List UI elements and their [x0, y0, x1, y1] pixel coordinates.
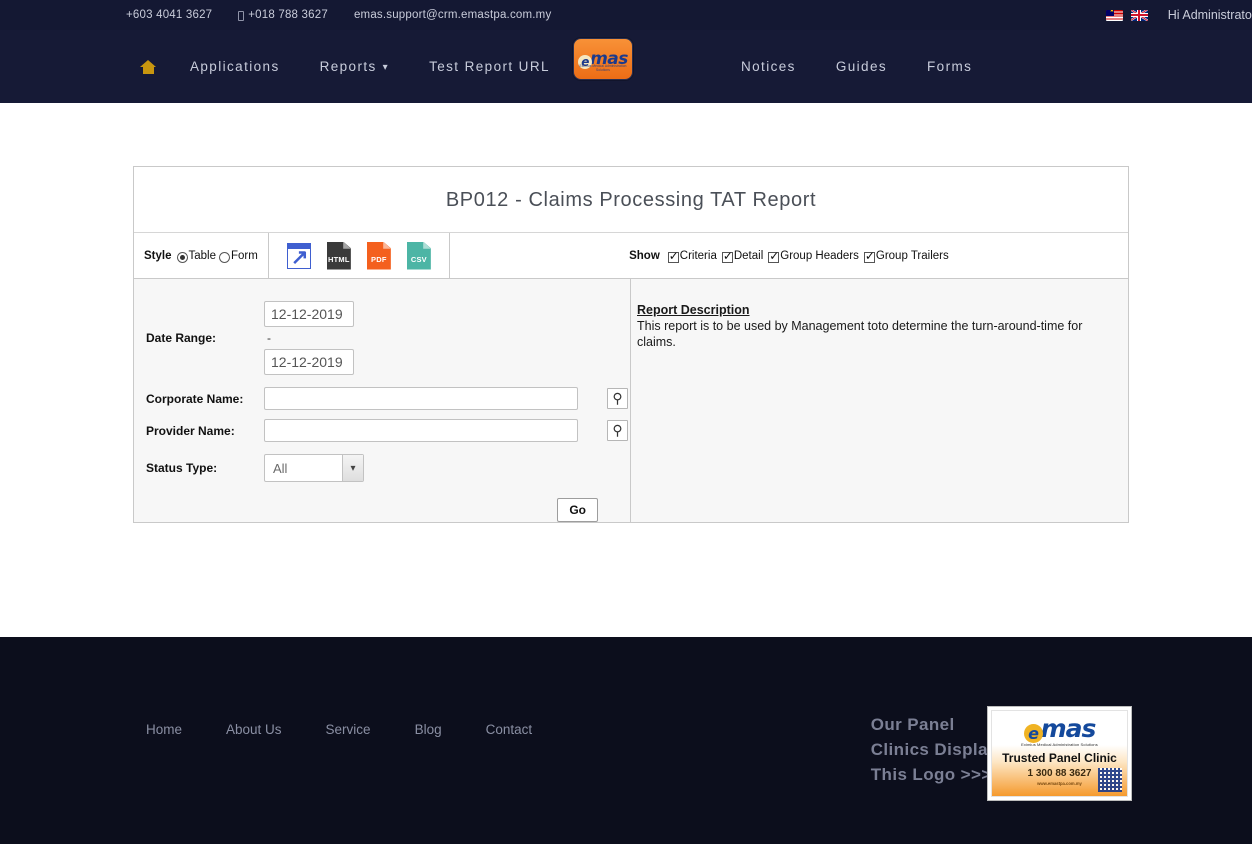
- show-checkbox-detail[interactable]: [721, 249, 733, 263]
- provider-name-search-icon[interactable]: ⚲: [607, 420, 629, 441]
- open-in-new-window-icon[interactable]: ↗: [286, 242, 311, 269]
- nav-item-forms-label: Forms: [927, 59, 973, 74]
- pdf-export-label: PDF: [371, 254, 387, 264]
- style-option-form-label: Form: [231, 249, 258, 262]
- show-options: Show Criteria Detail Group Headers Group…: [450, 233, 1128, 278]
- user-greeting[interactable]: Hi Administrator: [1168, 8, 1252, 22]
- home-icon: [140, 59, 156, 74]
- status-type-select[interactable]: All ▾: [264, 454, 364, 482]
- nav-item-guides[interactable]: Guides: [816, 30, 907, 103]
- badge-logo-word: mas: [1040, 714, 1097, 743]
- contact-info: +603 4041 3627 +018 788 3627 emas.suppor…: [126, 9, 577, 21]
- mobile-phone-text: +018 788 3627: [248, 9, 328, 21]
- date-range-label: Date Range:: [146, 331, 217, 345]
- nav-item-guides-label: Guides: [835, 59, 888, 74]
- top-contact-bar: +603 4041 3627 +018 788 3627 emas.suppor…: [0, 0, 1252, 30]
- footer-link-blog[interactable]: Blog: [415, 722, 464, 737]
- support-email[interactable]: emas.support@crm.emastpa.com.my: [354, 9, 551, 21]
- style-label: Style: [144, 249, 172, 262]
- style-option-table-label: Table: [188, 249, 217, 262]
- mobile-phone-icon: [238, 11, 245, 21]
- main-navigation: Applications Reports ▾ Test Report URL e…: [0, 30, 1252, 107]
- show-option-group-headers-label: Group Headers: [780, 249, 859, 262]
- footer-link-home[interactable]: Home: [146, 722, 204, 737]
- nav-item-applications-label: Applications: [190, 59, 280, 74]
- style-selector: Style Table Form: [134, 233, 269, 278]
- footer-links: Home About Us Service Blog Contact: [146, 722, 576, 737]
- arrow-up-right-glyph: ↗: [290, 245, 309, 269]
- nav-item-forms[interactable]: Forms: [907, 30, 992, 103]
- csv-export-icon[interactable]: CSV: [406, 241, 431, 270]
- report-toolbar: Style Table Form ↗ HTML PDF CSV Show ✓ C…: [134, 233, 1128, 279]
- report-panel: BP012 - Claims Processing TAT Report Sty…: [133, 166, 1129, 523]
- main-content: BP012 - Claims Processing TAT Report Sty…: [0, 103, 1252, 637]
- nav-item-home[interactable]: [126, 30, 170, 103]
- qr-code-icon: [1098, 768, 1122, 792]
- report-criteria-form: Date Range: -: [134, 279, 631, 522]
- provider-name-input[interactable]: [264, 419, 578, 442]
- show-checkbox-criteria[interactable]: [667, 249, 679, 263]
- corporate-name-input[interactable]: [264, 387, 578, 410]
- nav-item-reports[interactable]: Reports ▾: [300, 30, 410, 103]
- landline-phone[interactable]: +603 4041 3627: [126, 9, 212, 21]
- nav-item-applications[interactable]: Applications: [170, 30, 300, 103]
- date-range-separator: -: [267, 331, 271, 345]
- date-to-input[interactable]: [264, 349, 354, 375]
- landline-phone-text: +603 4041 3627: [126, 9, 213, 21]
- corporate-name-search-icon[interactable]: ⚲: [607, 388, 629, 409]
- panel-callout-line-1: Our Panel: [870, 715, 955, 734]
- show-option-group-trailers-label: Group Trailers: [875, 249, 949, 262]
- badge-logo-e-mark: e: [1023, 724, 1043, 743]
- nav-item-notices-label: Notices: [741, 59, 796, 74]
- show-checkbox-group-headers[interactable]: [768, 249, 779, 263]
- footer-link-contact[interactable]: Contact: [486, 722, 555, 737]
- provider-name-label: Provider Name:: [146, 423, 235, 438]
- nav-item-reports-label: Reports: [319, 59, 377, 74]
- malaysia-flag-icon[interactable]: [1105, 9, 1123, 21]
- export-buttons: ↗ HTML PDF CSV: [269, 233, 450, 278]
- page-title: BP012 - Claims Processing TAT Report: [134, 167, 1128, 233]
- status-type-label: Status Type:: [146, 461, 218, 475]
- report-description-panel: Report Description This report is to be …: [631, 279, 1128, 522]
- report-description-heading: Report Description: [637, 303, 750, 317]
- date-from-input[interactable]: [264, 301, 354, 327]
- badge-title: Trusted Panel Clinic: [1002, 751, 1117, 765]
- mobile-phone[interactable]: +018 788 3627: [238, 9, 328, 21]
- csv-export-label: CSV: [410, 254, 427, 264]
- chevron-down-icon: ▾: [382, 62, 390, 73]
- footer-link-about-us[interactable]: About Us: [226, 722, 304, 737]
- logo-tagline: Eximius Medical Administration Solutions: [579, 64, 627, 72]
- html-export-label: HTML: [328, 254, 350, 264]
- html-export-icon[interactable]: HTML: [326, 241, 351, 270]
- style-radio-table[interactable]: [176, 252, 188, 263]
- uk-flag-icon[interactable]: [1130, 9, 1148, 21]
- footer-link-service[interactable]: Service: [326, 722, 393, 737]
- show-checkbox-group-trailers[interactable]: [863, 249, 875, 263]
- trusted-panel-clinic-badge: e mas Eximius Medical Administration Solu…: [987, 706, 1132, 801]
- panel-callout-line-3: This Logo >>>>: [870, 765, 1002, 784]
- report-description-body: This report is to be used by Management …: [637, 319, 1083, 349]
- emas-header-logo[interactable]: e mas Eximius Medical Administration Solu…: [573, 38, 633, 80]
- nav-item-test-report-url-label: Test Report URL: [429, 59, 550, 74]
- support-email-text: emas.support@crm.emastpa.com.my: [353, 9, 552, 21]
- panel-clinic-callout: Our Panel Clinics Display This Logo >>>>: [871, 712, 1002, 787]
- chevron-down-icon: ▾: [342, 455, 363, 481]
- show-option-criteria-label: Criteria: [679, 249, 717, 262]
- site-footer: Home About Us Service Blog Contact Our P…: [0, 637, 1252, 844]
- nav-item-notices[interactable]: Notices: [721, 30, 816, 103]
- go-button[interactable]: Go: [557, 498, 598, 522]
- status-type-value: All: [273, 461, 288, 476]
- panel-callout-line-2: Clinics Display: [870, 740, 998, 759]
- nav-item-test-report-url[interactable]: Test Report URL: [409, 30, 570, 103]
- corporate-name-label: Corporate Name:: [146, 391, 244, 406]
- show-option-detail-label: Detail: [733, 249, 764, 262]
- style-radio-form[interactable]: [219, 252, 230, 263]
- pdf-export-icon[interactable]: PDF: [366, 241, 391, 270]
- show-label: Show: [629, 249, 660, 262]
